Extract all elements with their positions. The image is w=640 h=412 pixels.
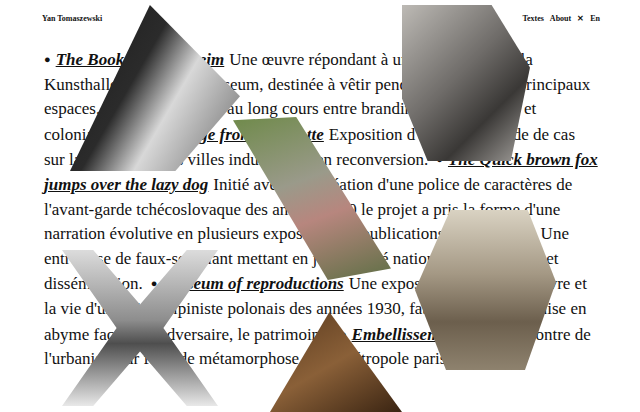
nav-link[interactable]: About xyxy=(550,14,571,23)
site-nav: Textes About ✕ En xyxy=(522,14,600,23)
nav-link[interactable]: ✕ xyxy=(577,14,584,23)
bullet-icon: ● xyxy=(44,53,51,65)
sculpture-photo[interactable] xyxy=(402,5,530,161)
site-header: Yan Tomaszewski Textes About ✕ En xyxy=(0,0,640,23)
nav-link[interactable]: Textes xyxy=(522,14,543,23)
nav-link[interactable]: En xyxy=(590,14,600,23)
page: Yan TomaszewskiTextesAbout✕En●The Book o… xyxy=(0,0,640,412)
site-name[interactable]: Yan Tomaszewski xyxy=(42,14,102,23)
